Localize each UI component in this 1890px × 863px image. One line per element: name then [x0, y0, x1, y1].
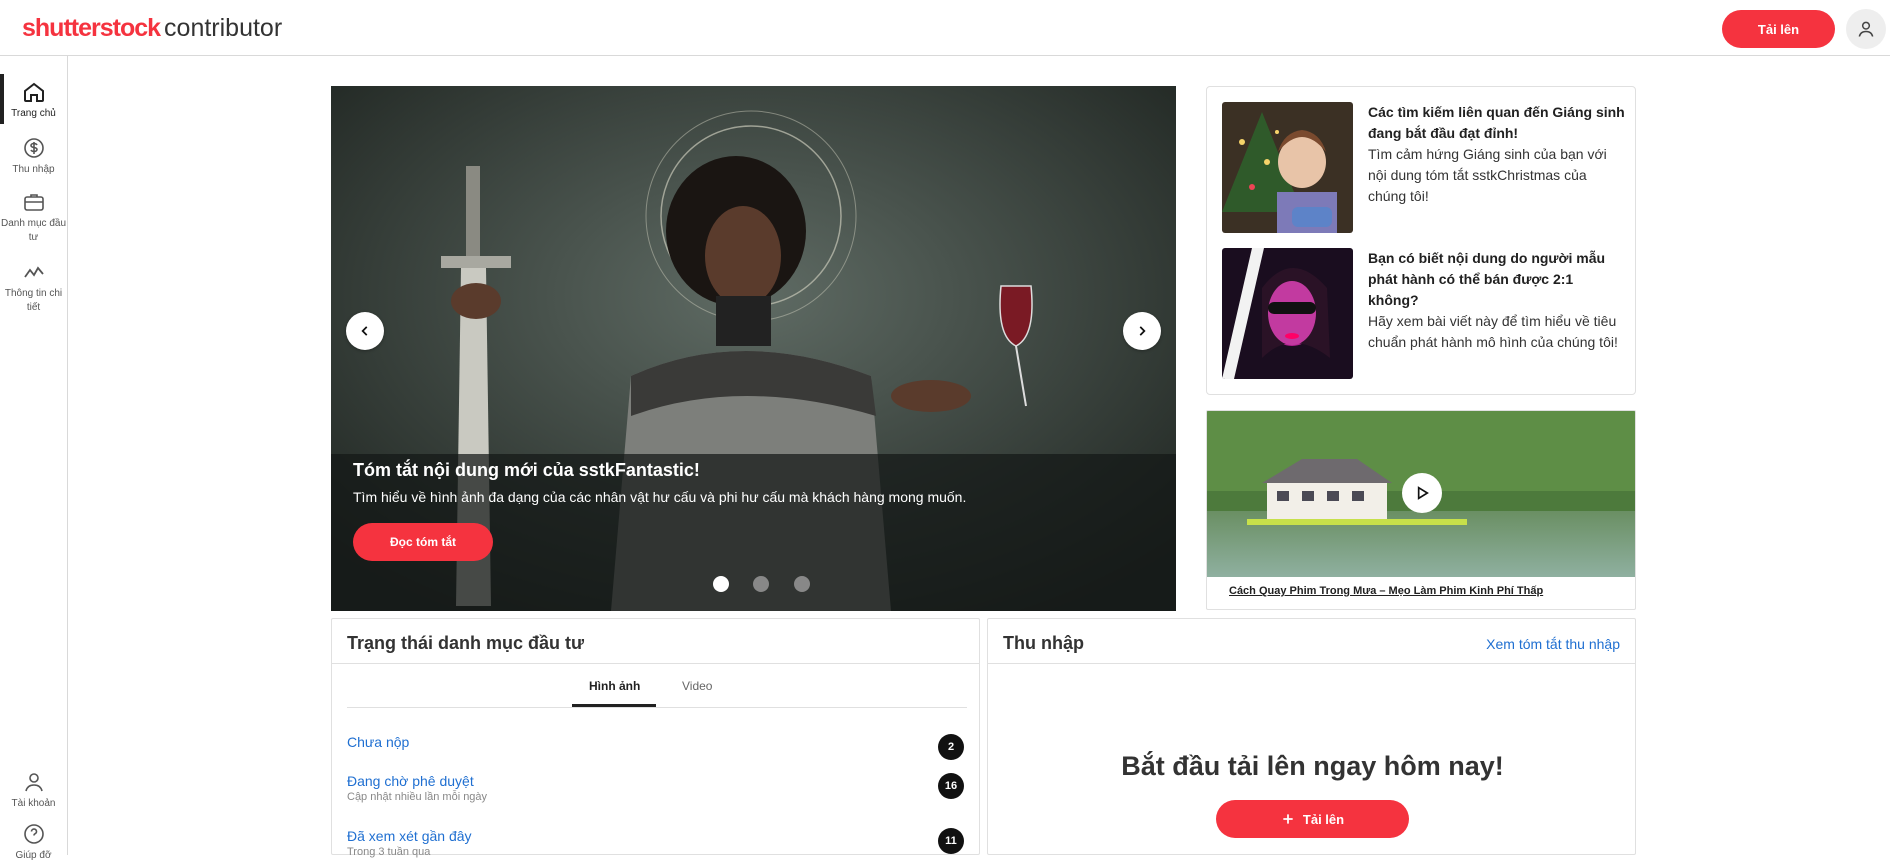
play-button[interactable] [1402, 473, 1442, 513]
status-row-recently-reviewed[interactable]: Đã xem xét gần đây Trong 3 tuần qua 11 [347, 828, 967, 858]
sidebar-item-label: Thông tin chi tiết [4, 288, 63, 313]
sidebar-item-home[interactable]: Trang chủ [0, 74, 67, 124]
upload-button[interactable]: Tải lên [1722, 10, 1835, 48]
panel-title: Trạng thái danh mục đầu tư [347, 633, 585, 653]
tab-video[interactable]: Video [682, 679, 712, 693]
chevron-left-icon [361, 326, 368, 336]
earnings-summary-link[interactable]: Xem tóm tắt thu nhập [1486, 636, 1620, 652]
status-label[interactable]: Đã xem xét gần đây [347, 828, 967, 844]
upload-now-button[interactable]: Tải lên [1216, 800, 1409, 838]
hero-carousel: Tóm tắt nội dung mới của sstkFantastic! … [331, 86, 1176, 611]
read-summary-button[interactable]: Đọc tóm tắt [353, 523, 493, 561]
carousel-prev-button[interactable] [346, 312, 384, 350]
sidebar-item-label: Giúp đỡ [15, 850, 52, 861]
video-title-link[interactable]: Cách Quay Phim Trong Mưa – Mẹo Làm Phim … [1229, 585, 1543, 597]
status-sublabel: Trong 3 tuần qua [347, 846, 431, 858]
carousel-dot-1[interactable] [713, 576, 729, 592]
shutterstock-logo[interactable]: shutterstock contributor [22, 14, 282, 42]
video-card[interactable]: Cách Quay Phim Trong Mưa – Mẹo Làm Phim … [1206, 410, 1636, 610]
panel-title: Thu nhập [1003, 633, 1084, 653]
tab-images[interactable]: Hình ảnh [589, 679, 640, 693]
news-title: Bạn có biết nội dung do người mẫu phát h… [1368, 250, 1606, 308]
sidebar-item-label: Danh mục đầu tư [0, 218, 67, 243]
left-sidebar: Trang chủ Thu nhập Danh mục đầu tư Thông… [0, 56, 68, 861]
brand-sub: contributor [164, 14, 283, 42]
upload-now-label: Tải lên [1302, 811, 1345, 827]
news-thumbnail-christmas [1222, 102, 1353, 233]
status-sublabel: Cập nhật nhiều lần mỗi ngày [347, 791, 488, 803]
portfolio-status-panel: Trạng thái danh mục đầu tư Hình ảnh Vide… [331, 618, 980, 858]
account-avatar[interactable] [1846, 9, 1886, 49]
top-header: shutterstock contributor Tải lên [0, 0, 1890, 56]
sidebar-item-insights[interactable]: Thông tin chi tiết [0, 260, 67, 315]
status-count-badge: 2 [938, 734, 964, 760]
user-icon [1858, 21, 1874, 37]
carousel-next-button[interactable] [1123, 312, 1161, 350]
divider [347, 707, 967, 708]
divider [332, 663, 979, 664]
hero-title: Tóm tắt nội dung mới của sstkFantastic! [353, 460, 700, 480]
sidebar-item-label: Thu nhập [12, 164, 55, 175]
status-label[interactable]: Chưa nộp [347, 734, 967, 750]
brand-name: shutterstock [22, 14, 161, 42]
briefcase-icon [23, 194, 44, 211]
plus-icon [1283, 814, 1293, 824]
sidebar-item-account[interactable]: Tài khoản [0, 770, 67, 811]
play-icon [1417, 486, 1429, 500]
sidebar-item-portfolio[interactable]: Danh mục đầu tư [0, 190, 67, 245]
news-body: Tìm cảm hứng Giáng sinh của bạn với nội … [1368, 146, 1607, 204]
hero-description: Tìm hiểu về hình ảnh đa dạng của các nhâ… [353, 489, 967, 505]
status-count-badge: 11 [938, 828, 964, 854]
help-icon [23, 824, 44, 844]
chevron-right-icon [1139, 326, 1146, 336]
earnings-panel: Thu nhập Xem tóm tắt thu nhập Bắt đầu tả… [987, 618, 1636, 855]
divider [988, 663, 1635, 664]
news-thumbnail-model [1222, 248, 1353, 379]
sidebar-item-label: Trang chủ [11, 108, 56, 119]
sidebar-item-help[interactable]: Giúp đỡ [0, 822, 67, 863]
home-icon [23, 82, 44, 102]
status-count-badge: 16 [938, 773, 964, 799]
news-title: Các tìm kiếm liên quan đến Giáng sinh đa… [1368, 104, 1625, 141]
sidebar-item-label: Tài khoản [11, 798, 56, 809]
status-label[interactable]: Đang chờ phê duyệt [347, 773, 967, 789]
carousel-dot-3[interactable] [794, 576, 810, 592]
news-card: Các tìm kiếm liên quan đến Giáng sinh đa… [1206, 86, 1636, 395]
user-icon [24, 773, 43, 792]
status-row-pending[interactable]: Đang chờ phê duyệt Cập nhật nhiều lần mỗ… [347, 773, 967, 803]
news-body: Hãy xem bài viết này để tìm hiểu về tiêu… [1368, 313, 1618, 350]
insights-icon [23, 266, 44, 278]
sidebar-item-earnings[interactable]: Thu nhập [0, 136, 67, 177]
status-row-not-submitted[interactable]: Chưa nộp 2 [347, 734, 967, 760]
upload-cta-heading: Bắt đầu tải lên ngay hôm nay! [1121, 751, 1504, 781]
carousel-dot-2[interactable] [753, 576, 769, 592]
news-text: Các tìm kiếm liên quan đến Giáng sinh đa… [1368, 102, 1626, 207]
news-text: Bạn có biết nội dung do người mẫu phát h… [1368, 248, 1626, 353]
dollar-icon [23, 138, 44, 158]
